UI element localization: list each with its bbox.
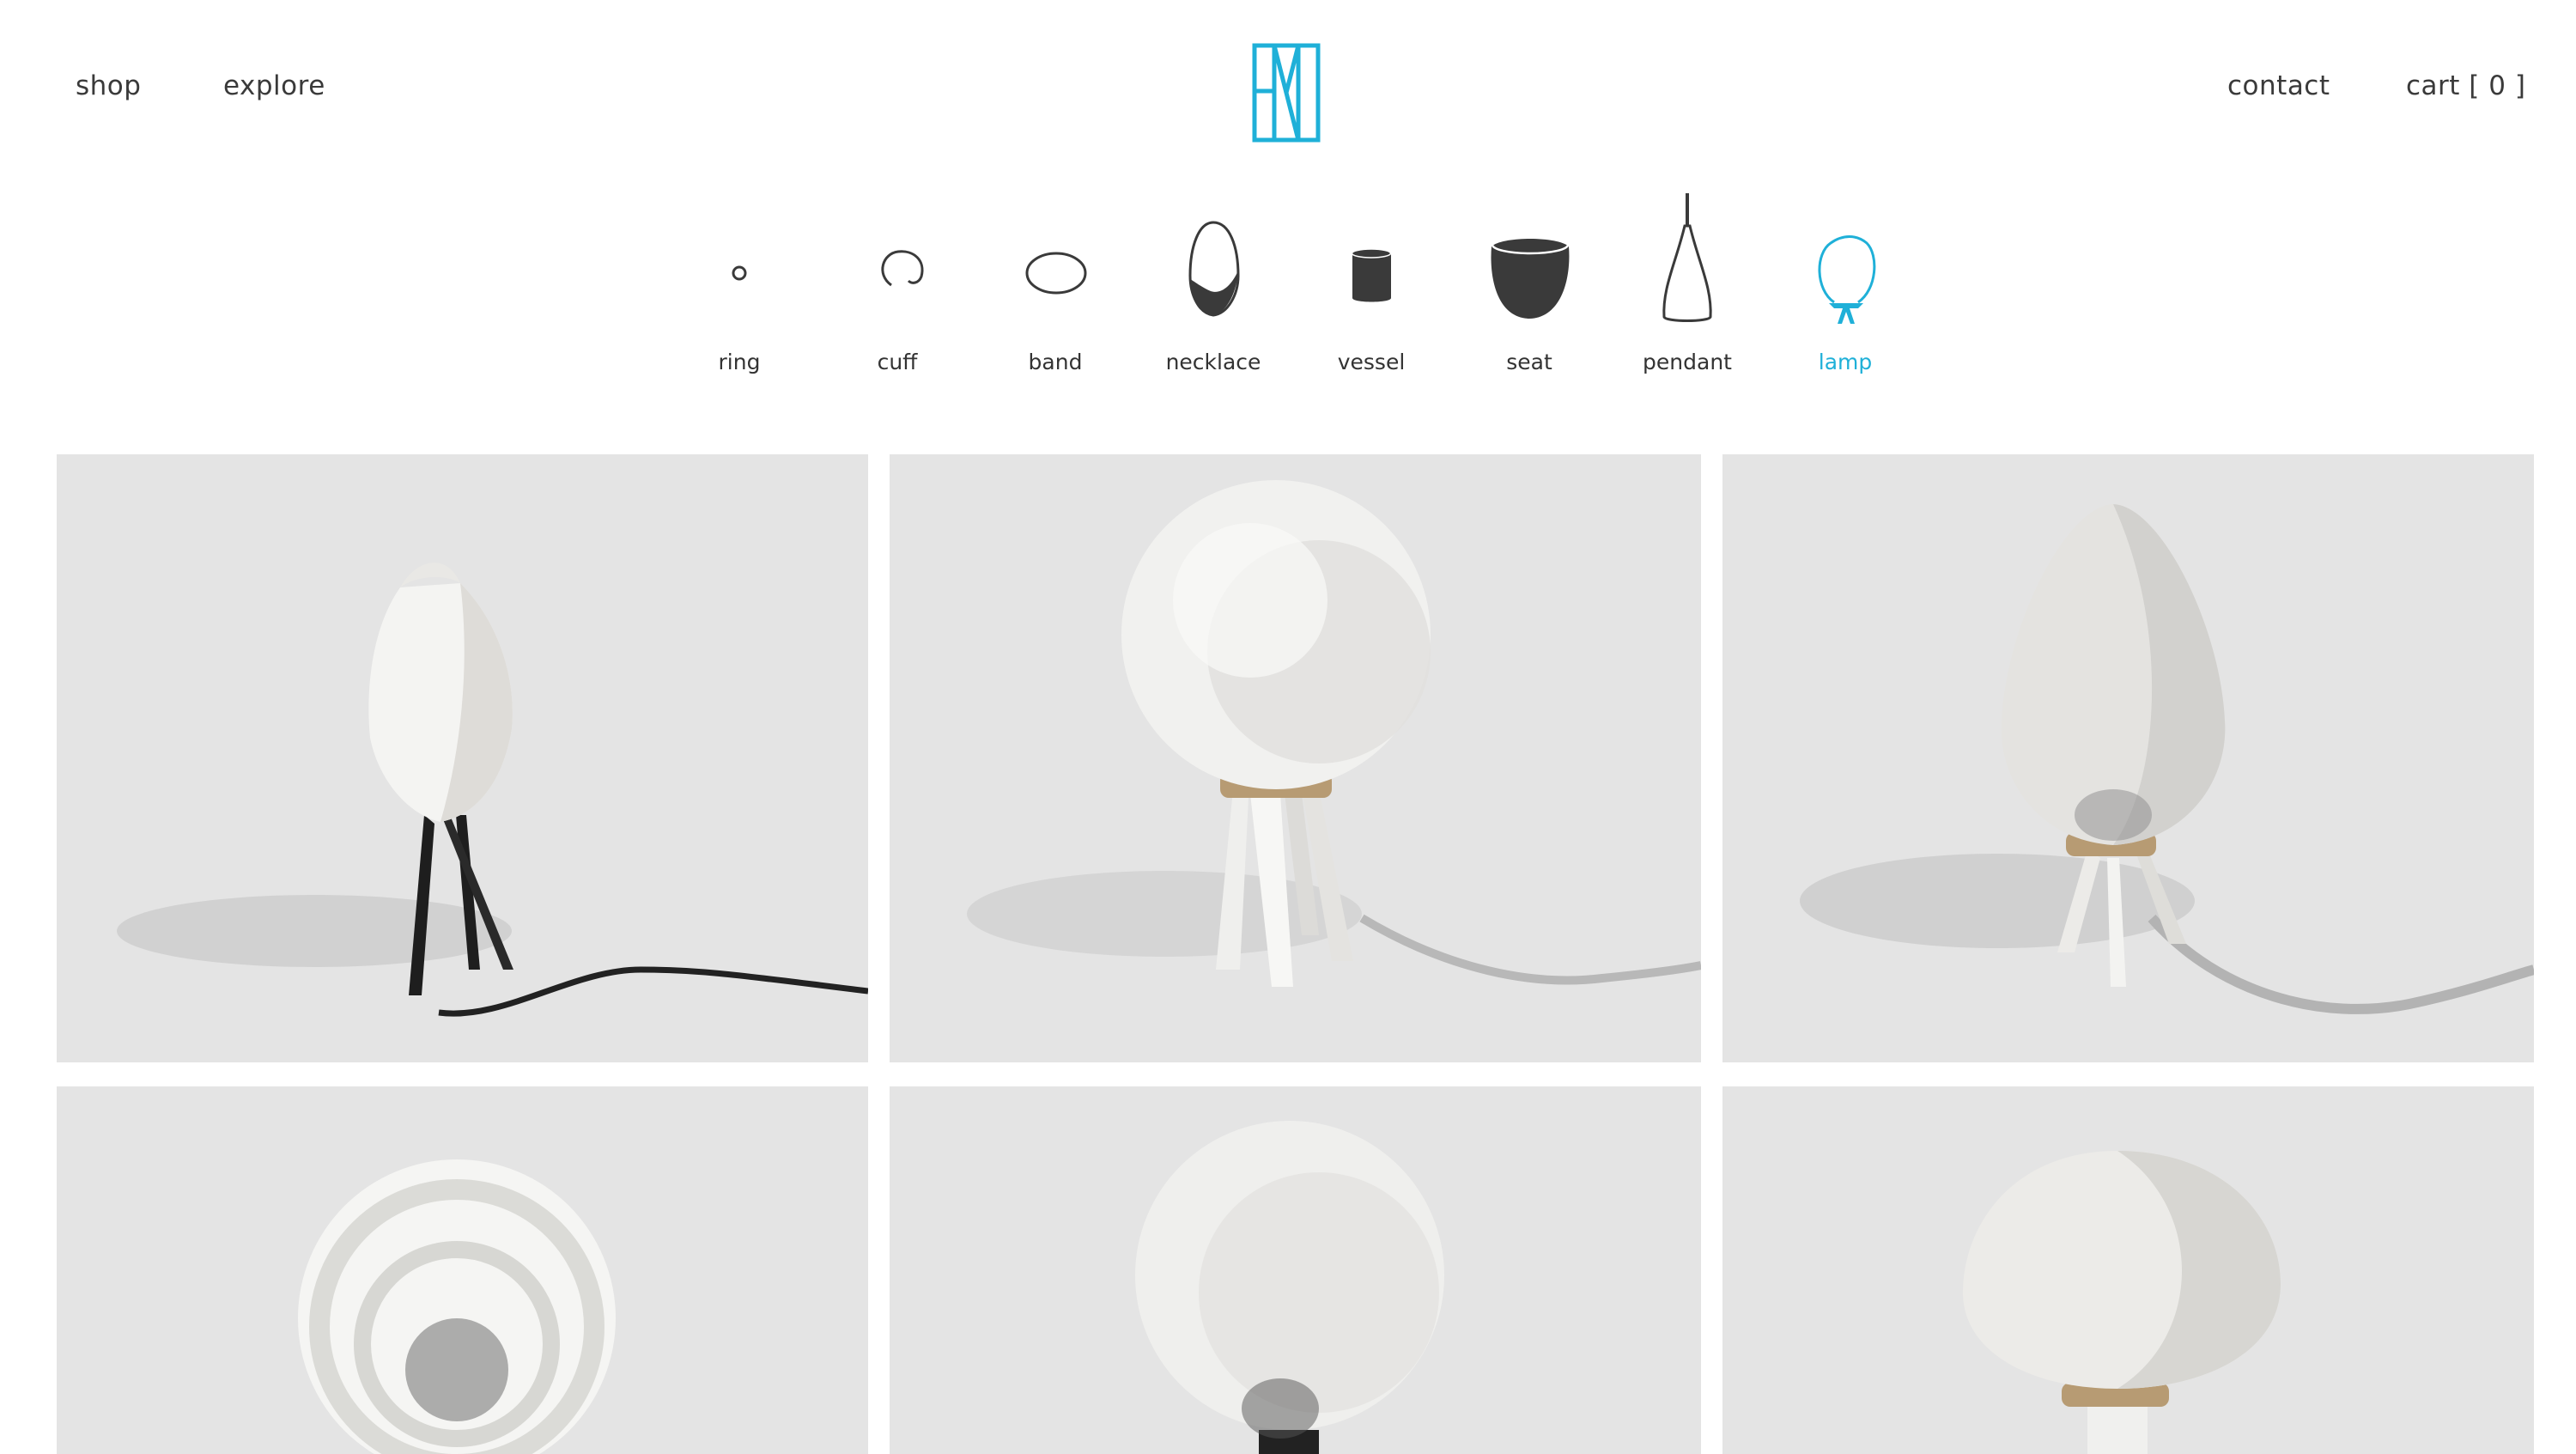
product-tile[interactable] <box>1722 1086 2534 1454</box>
product-grid <box>0 0 2576 1454</box>
product-image-flat-sphere-lamp <box>1963 1151 2281 1454</box>
product-image-lattice-sphere-lamp <box>298 1159 616 1454</box>
product-image-sphere-lamp <box>967 480 1701 987</box>
product-tile[interactable] <box>57 454 868 1062</box>
product-image-egg-lamp <box>1800 504 2534 1014</box>
product-tile[interactable] <box>890 454 1701 1062</box>
product-tile[interactable] <box>1722 454 2534 1062</box>
product-tile[interactable] <box>57 1086 868 1454</box>
product-image-textured-sphere-lamp <box>1135 1121 1444 1454</box>
product-tile[interactable] <box>890 1086 1701 1454</box>
product-image-diamond-lamp <box>117 563 868 1017</box>
